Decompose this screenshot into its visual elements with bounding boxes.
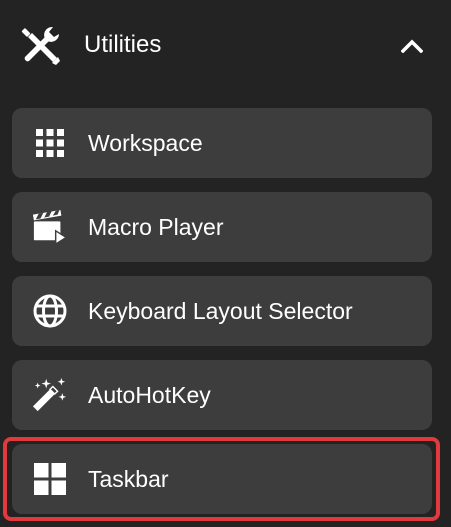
section-title: Utilities [84, 31, 162, 58]
windows-icon [32, 461, 68, 497]
clapperboard-icon [32, 209, 68, 245]
utilities-section-header[interactable]: Utilities [0, 0, 451, 92]
menu-item-macro-player[interactable]: Macro Player [12, 192, 432, 262]
tools-icon [19, 24, 61, 66]
menu-item-keyboard-layout-selector[interactable]: Keyboard Layout Selector [12, 276, 432, 346]
menu-item-label: Keyboard Layout Selector [88, 298, 353, 324]
menu-item-label: Workspace [88, 130, 203, 156]
collapse-button[interactable] [392, 26, 432, 66]
menu-item-label: AutoHotKey [88, 382, 211, 408]
menu-item-autohotkey[interactable]: AutoHotKey [12, 360, 432, 430]
grid-icon [32, 125, 68, 161]
menu-item-workspace[interactable]: Workspace [12, 108, 432, 178]
chevron-up-icon [401, 39, 423, 53]
menu-item-taskbar[interactable]: Taskbar [12, 444, 432, 514]
menu-item-label: Macro Player [88, 214, 224, 240]
globe-icon [32, 293, 68, 329]
magic-wand-icon [32, 377, 68, 413]
menu-item-label: Taskbar [88, 466, 169, 492]
